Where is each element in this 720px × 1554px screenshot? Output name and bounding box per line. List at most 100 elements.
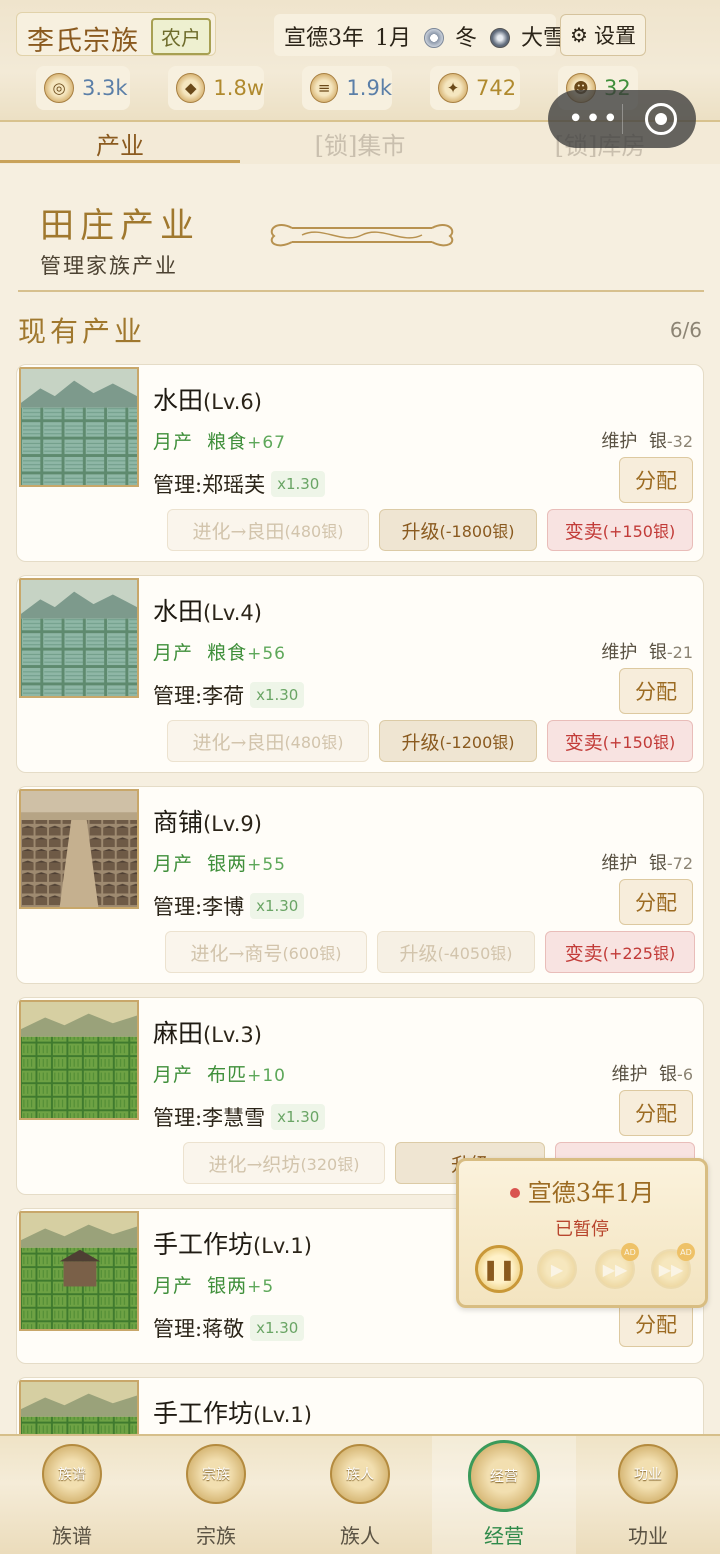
shop-street-image xyxy=(19,789,139,909)
maint-item: 银 xyxy=(648,642,667,663)
pause-button[interactable]: ❚❚ xyxy=(475,1245,523,1293)
evolve-cost: (600银) xyxy=(282,944,342,963)
prod-value: +55 xyxy=(247,855,287,875)
abacus-icon: 经营 xyxy=(468,1440,540,1512)
nav-members[interactable]: 族人 族人 xyxy=(288,1436,432,1554)
tab-market[interactable]: [锁]集市 xyxy=(240,126,480,162)
assign-button[interactable]: 分配 xyxy=(619,457,693,503)
time-date-text: 宣德3年1月 xyxy=(527,1179,655,1207)
clan-name: 李氏宗族 xyxy=(27,26,139,57)
prod-item: 银两 xyxy=(207,1275,248,1297)
prestige-icon: ✦ xyxy=(438,73,468,103)
property-level: (Lv.3) xyxy=(203,1023,262,1047)
upgrade-button[interactable]: 升级 (-1200银) xyxy=(379,720,537,762)
assign-button[interactable]: 分配 xyxy=(619,879,693,925)
date-display: 宣德3年 1月 冬 大雪 xyxy=(274,14,565,56)
manager-row: 管理:李博 x1.30 xyxy=(153,891,305,921)
resource-value: 1.9k xyxy=(346,76,392,100)
sell-button[interactable]: 变卖 (+150银) xyxy=(547,720,693,762)
property-count: 6/6 xyxy=(669,318,702,342)
resource-cloth[interactable]: ≡ 1.9k xyxy=(302,66,392,110)
property-card: 商铺(Lv.9) 月产 银两+55 维护 银-72 管理:李博 x1.30 分配… xyxy=(16,786,704,984)
property-name-row: 商铺(Lv.9) xyxy=(153,803,262,839)
property-name-row: 麻田(Lv.3) xyxy=(153,1014,262,1050)
evolve-label: 进化→织坊 xyxy=(208,1153,301,1176)
property-name-row: 手工作坊(Lv.1) xyxy=(153,1225,312,1261)
resource-prestige[interactable]: ✦ 742 xyxy=(430,66,520,110)
upgrade-cost: (-4050银) xyxy=(437,944,513,963)
maint-label: 维护 xyxy=(601,853,638,874)
paddy-field-image xyxy=(19,578,139,698)
sell-button[interactable]: 变卖 (+225银) xyxy=(545,931,695,973)
prod-value: +10 xyxy=(247,1066,287,1086)
nav-label: 经营 xyxy=(484,1524,524,1548)
more-menu-icon[interactable]: ••• xyxy=(568,104,620,134)
property-name: 商铺 xyxy=(153,808,204,837)
upgrade-button[interactable]: 升级 (-4050银) xyxy=(377,931,535,973)
settings-button[interactable]: ⚙ 设置 xyxy=(560,14,646,56)
nav-achievements[interactable]: 功业 功业 xyxy=(576,1436,720,1554)
clan-info[interactable]: 李氏宗族 农户 xyxy=(16,12,216,57)
sell-button[interactable]: 变卖 (+150银) xyxy=(547,509,693,551)
upgrade-button[interactable]: 升级 (-1800银) xyxy=(379,509,537,551)
maint-value: -32 xyxy=(666,432,693,451)
evolve-button[interactable]: 进化→良田 (480银) xyxy=(167,509,369,551)
fast-forward-button[interactable]: ▶▶ AD xyxy=(595,1243,639,1289)
bottom-navigation: 族谱 族谱 宗族 宗族 族人 族人 经营 经营 功业 功业 xyxy=(0,1434,720,1554)
property-name-row: 手工作坊(Lv.1) xyxy=(153,1394,312,1430)
manager-row: 管理:郑瑶芙 x1.30 xyxy=(153,469,326,499)
maint-value: -21 xyxy=(666,643,693,662)
nav-genealogy[interactable]: 族谱 族谱 xyxy=(0,1436,144,1554)
prod-value: +5 xyxy=(247,1277,275,1297)
prod-label: 月产 xyxy=(153,431,194,453)
property-name: 水田 xyxy=(153,386,204,415)
property-name-row: 水田(Lv.6) xyxy=(153,381,262,417)
evolve-button[interactable]: 进化→良田 (480银) xyxy=(167,720,369,762)
maintenance-cost: 维护 银-72 xyxy=(601,849,693,875)
maint-item: 银 xyxy=(648,853,667,874)
estate-banner: 田庄产业 管理家族产业 xyxy=(18,180,704,292)
maintenance-cost: 维护 银-21 xyxy=(601,638,693,664)
tab-indicator xyxy=(0,160,240,163)
upgrade-cost: (-1800银) xyxy=(439,522,515,541)
close-miniprogram-icon[interactable] xyxy=(645,103,677,135)
upgrade-cost: (-1200银) xyxy=(439,733,515,752)
maint-item: 银 xyxy=(648,431,667,452)
property-name: 水田 xyxy=(153,597,204,626)
prod-item: 银两 xyxy=(207,853,248,875)
grain-sack-icon: ◆ xyxy=(176,73,206,103)
maint-value: -72 xyxy=(666,854,693,873)
section-title: 现有产业 xyxy=(18,315,147,348)
evolve-button[interactable]: 进化→商号 (600银) xyxy=(165,931,367,973)
assign-button[interactable]: 分配 xyxy=(619,668,693,714)
nav-clan[interactable]: 宗族 宗族 xyxy=(144,1436,288,1554)
evolve-cost: (320银) xyxy=(300,1155,360,1174)
weather-text: 大雪 xyxy=(521,26,566,51)
sell-label: 变卖 xyxy=(564,942,603,965)
date-era: 宣德3年 xyxy=(284,26,364,51)
season-icon xyxy=(424,28,444,48)
property-level: (Lv.9) xyxy=(203,812,262,836)
resource-silver[interactable]: ◎ 3.3k xyxy=(36,66,130,110)
upgrade-label: 升级 xyxy=(399,942,438,965)
sell-value: (+150银) xyxy=(602,522,676,541)
manager-name: 管理:李荷 xyxy=(153,684,245,708)
nav-business[interactable]: 经营 经营 xyxy=(432,1436,576,1554)
maint-label: 维护 xyxy=(611,1064,648,1085)
evolve-cost: (480银) xyxy=(284,733,344,752)
assign-button[interactable]: 分配 xyxy=(619,1090,693,1136)
tab-industry[interactable]: 产业 xyxy=(0,126,240,162)
prod-item: 布匹 xyxy=(207,1064,248,1086)
maint-item: 银 xyxy=(659,1064,678,1085)
resource-grain[interactable]: ◆ 1.8w xyxy=(168,66,264,110)
property-level: (Lv.1) xyxy=(253,1234,312,1258)
action-row: 进化→商号 (600银) 升级 (-4050银) 变卖 (+225银) xyxy=(17,931,703,975)
evolve-button[interactable]: 进化→织坊 (320银) xyxy=(183,1142,385,1184)
nav-label: 宗族 xyxy=(196,1524,236,1548)
play-button[interactable]: ▶ xyxy=(537,1249,577,1289)
fastest-forward-button[interactable]: ▶▶ AD xyxy=(651,1243,695,1289)
sell-label: 变卖 xyxy=(564,520,603,543)
resource-value: 3.3k xyxy=(82,76,128,100)
manager-name: 管理:蒋敬 xyxy=(153,1317,245,1341)
monthly-production: 月产 粮食+56 xyxy=(153,638,286,665)
